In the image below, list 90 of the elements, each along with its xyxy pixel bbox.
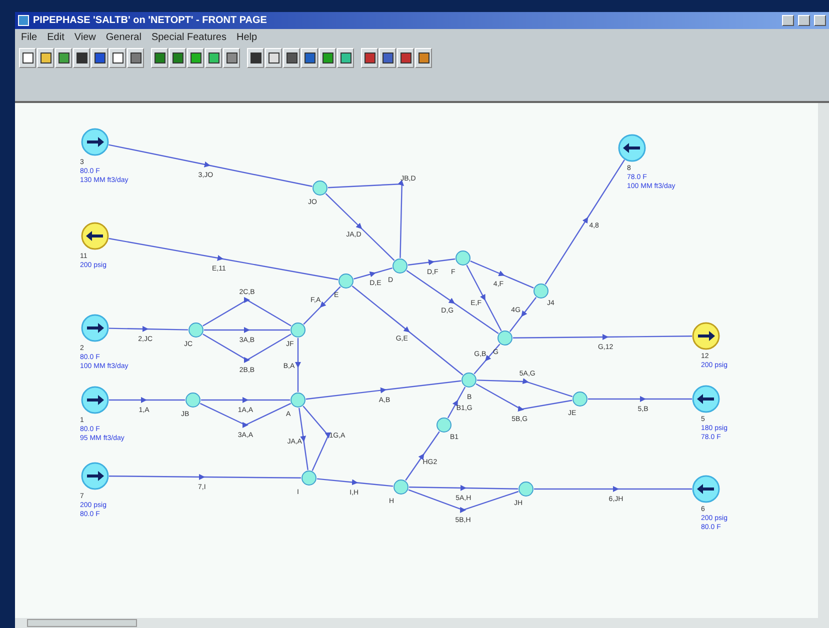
junction-node[interactable] [572,392,588,406]
junction-node[interactable] [290,392,306,408]
junction-node[interactable] [394,480,408,494]
source-node[interactable] [81,386,109,414]
window-title: PIPEPHASE 'SALTB' on 'NETOPT' - FRONT PAGE [33,14,267,28]
close-button[interactable] [814,15,826,26]
toolbar-button[interactable] [151,48,168,68]
pipe-line[interactable] [108,326,188,332]
toolbar-button[interactable] [169,48,186,68]
app-icon [18,15,29,26]
toolbar-button[interactable] [223,48,240,68]
source-node[interactable] [81,462,109,490]
toolbar-button[interactable] [73,48,90,68]
pipe-line[interactable] [316,478,394,487]
horizontal-scrollbar[interactable] [15,618,829,628]
junction-node[interactable] [456,250,470,266]
pipe-line[interactable] [470,260,534,288]
pipe-line[interactable] [109,397,185,403]
menu-item[interactable]: Special Features [151,30,226,44]
junction-node[interactable] [498,330,512,346]
menu-item[interactable]: View [74,30,96,44]
junction-node[interactable] [338,274,354,288]
toolbar-button[interactable] [397,48,414,68]
pipe-line[interactable] [474,344,500,374]
pipe-line[interactable] [509,297,537,332]
maximize-button[interactable] [798,15,810,26]
pipe-line[interactable] [408,485,518,491]
toolbar-button[interactable] [247,48,264,68]
pipe-line[interactable] [352,286,464,376]
pipe-line[interactable] [202,334,292,363]
pipe-line[interactable] [534,486,692,492]
toolbar-button[interactable] [301,48,318,68]
pipe-line[interactable] [202,297,292,326]
pipe-line[interactable] [303,286,341,325]
junction-node[interactable] [186,392,200,408]
toolbar-button[interactable] [19,48,36,68]
junction-node[interactable] [534,284,548,298]
junction-node[interactable] [462,372,476,388]
source-node[interactable] [692,475,720,503]
pipe-line[interactable] [513,334,692,340]
pipe-line[interactable] [109,474,301,480]
source-node[interactable] [81,222,109,250]
toolbar-button[interactable] [91,48,108,68]
source-node[interactable] [692,322,720,350]
pipe-line[interactable] [408,258,456,266]
junction-node[interactable] [392,258,408,274]
toolbar-button[interactable] [337,48,354,68]
pipe-line[interactable] [405,431,440,481]
toolbar-button[interactable] [361,48,378,68]
junction-node[interactable] [290,322,306,338]
pipe-line[interactable] [201,397,290,403]
toolbar-button[interactable] [265,48,282,68]
junction-node[interactable] [436,418,452,432]
junction-node[interactable] [302,470,316,486]
menu-item[interactable]: File [21,30,38,44]
minimize-button[interactable] [782,15,794,26]
vertical-scrollbar[interactable] [818,103,829,618]
toolbar-button[interactable] [379,48,396,68]
scrollbar-thumb[interactable] [27,619,137,627]
menu-item[interactable]: General [106,30,142,44]
source-node[interactable] [81,128,109,156]
pipe-line[interactable] [476,378,573,398]
source-node[interactable] [618,134,646,162]
toolbar-button[interactable] [37,48,54,68]
pipe-line[interactable] [108,238,338,280]
pipe-line[interactable] [466,264,502,332]
junction-node[interactable] [312,180,328,196]
junction-node[interactable] [518,482,534,496]
pipe-line[interactable] [295,338,301,392]
toolbar-button[interactable] [187,48,204,68]
pipe-line[interactable] [108,144,312,187]
junction-node[interactable] [188,322,204,338]
source-node[interactable] [692,385,720,413]
toolbar-button[interactable] [415,48,432,68]
menu-item[interactable]: Edit [47,30,64,44]
toolbar-button[interactable] [55,48,72,68]
pipe-line[interactable] [204,327,290,333]
pipe-line[interactable] [328,180,404,258]
toolbar-button[interactable] [127,48,144,68]
pipe-line[interactable] [200,402,292,428]
pipe-line[interactable] [302,406,331,471]
pipe-line[interactable] [325,193,395,261]
toolbar-button[interactable] [319,48,336,68]
menu-item[interactable]: Help [236,30,258,44]
pipe-line[interactable] [476,383,572,412]
source-node[interactable] [81,314,109,342]
toolbar-button[interactable] [205,48,222,68]
toolbar-button[interactable] [109,48,126,68]
toolbar-button[interactable] [283,48,300,68]
pipe-line[interactable] [588,396,692,402]
